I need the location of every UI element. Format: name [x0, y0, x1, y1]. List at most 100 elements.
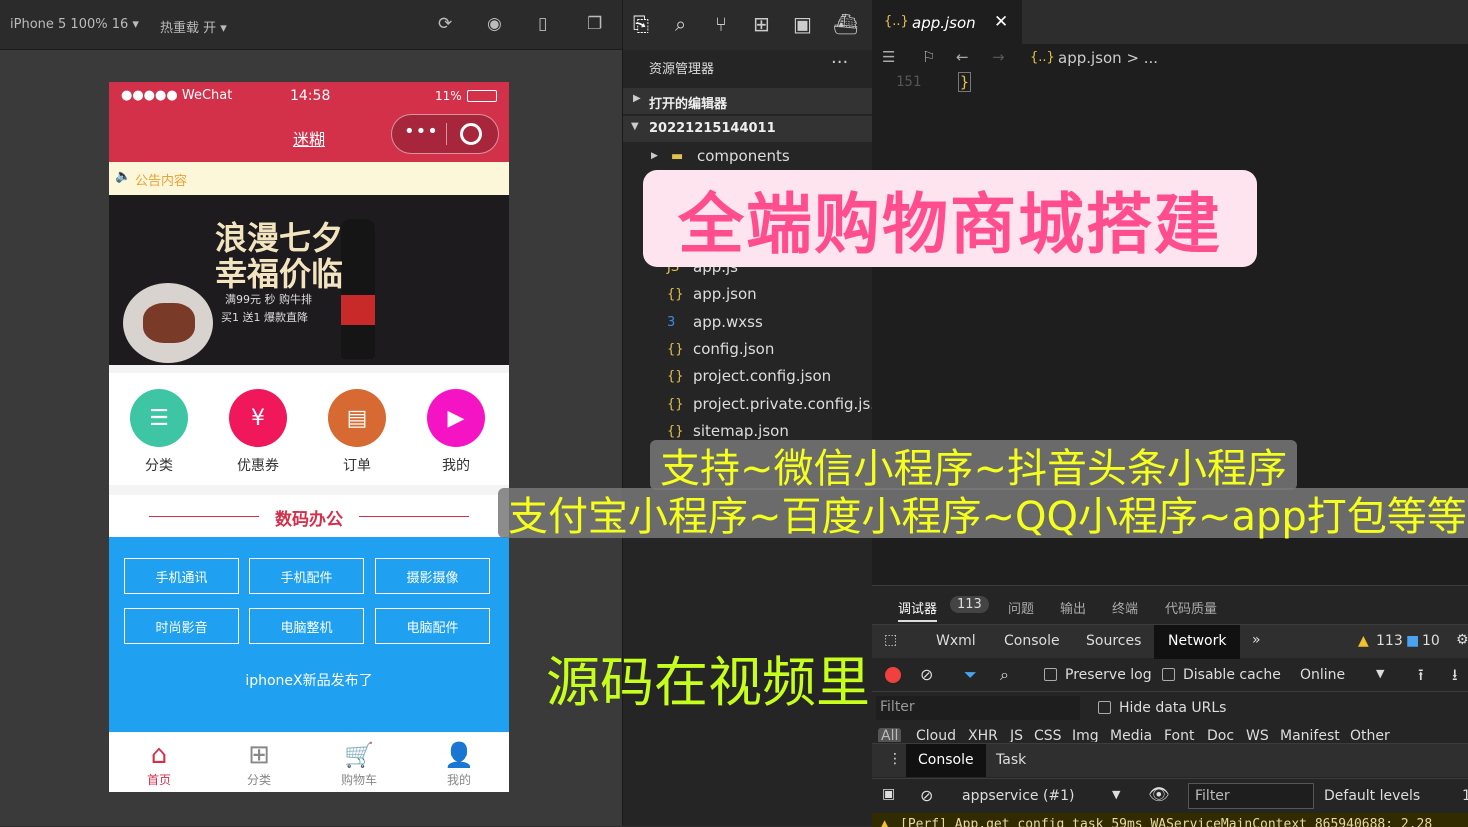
close-miniprogram-icon[interactable]: [460, 123, 482, 145]
file-item[interactable]: {} app.json: [667, 282, 757, 306]
type-ws[interactable]: WS: [1246, 728, 1269, 742]
tag-button[interactable]: 电脑配件: [375, 608, 490, 644]
category-item[interactable]: ▤ 订单: [307, 389, 407, 475]
hot-reload-toggle[interactable]: 热重载 开 ▾: [160, 17, 227, 36]
category-item[interactable]: ▶ 我的: [406, 389, 506, 475]
git-icon[interactable]: ⑂: [715, 12, 727, 36]
tab-output[interactable]: 输出: [1060, 598, 1086, 617]
more-actions-icon[interactable]: ···: [831, 52, 848, 73]
file-item[interactable]: 3 app.wxss: [667, 310, 763, 334]
type-manifest[interactable]: Manifest: [1280, 728, 1340, 742]
promo-banner: 全端购物商城搭建: [643, 170, 1257, 267]
preserve-log-checkbox[interactable]: Preserve log: [1044, 667, 1152, 683]
type-font[interactable]: Font: [1164, 728, 1194, 742]
context-select[interactable]: appservice (#1): [962, 788, 1075, 804]
json-file-icon: {}: [667, 396, 684, 412]
back-icon[interactable]: ←: [956, 48, 969, 66]
drawer-menu-icon[interactable]: ⋮: [888, 751, 902, 767]
project-row[interactable]: ▼ 20221215144011: [623, 116, 873, 142]
more-icon[interactable]: •••: [404, 121, 439, 142]
type-doc[interactable]: Doc: [1207, 728, 1234, 742]
tab-category[interactable]: ⊞ 分类: [209, 739, 309, 788]
type-cloud[interactable]: Cloud: [916, 728, 956, 742]
filter-icon[interactable]: ⏷: [964, 665, 977, 685]
refresh-icon[interactable]: ⟳: [438, 14, 452, 34]
panel-console[interactable]: Console: [1004, 633, 1060, 649]
file-item[interactable]: {} config.json: [667, 337, 774, 361]
drawer-tab-console[interactable]: Console: [906, 744, 986, 777]
device-select[interactable]: iPhone 5 100% 16 ▾: [10, 17, 139, 32]
upload-icon[interactable]: ⭱: [1418, 664, 1424, 691]
panel-wxml[interactable]: Wxml: [936, 633, 976, 649]
inspect-icon[interactable]: ⬚: [884, 632, 897, 648]
tab-code-quality[interactable]: 代码质量: [1165, 598, 1217, 617]
docker-icon[interactable]: ⛴: [833, 12, 858, 36]
category-item[interactable]: ¥ 优惠券: [208, 389, 308, 475]
stop-icon[interactable]: ◉: [487, 14, 502, 34]
console-toolbar: ▣ ⊘ appservice (#1) ▼ 👁 Filter Default l…: [872, 778, 1468, 812]
capsule-menu: •••: [391, 114, 499, 154]
phone-icon[interactable]: ▯: [538, 14, 547, 34]
drawer-tab-task[interactable]: Task: [996, 752, 1026, 768]
folder-components[interactable]: ▶ ▬ components: [651, 144, 790, 168]
bookmark-icon[interactable]: ⚐: [922, 48, 935, 66]
eye-icon[interactable]: 👁: [1148, 785, 1170, 805]
tab-cart[interactable]: 🛒 购物车: [309, 739, 409, 788]
panel-network[interactable]: Network: [1154, 625, 1241, 659]
type-other[interactable]: Other: [1350, 728, 1390, 742]
clear-console-icon[interactable]: ⊘: [920, 786, 933, 805]
forward-icon[interactable]: →: [992, 48, 1005, 66]
type-js[interactable]: JS: [1010, 728, 1023, 742]
list-icon: ☰: [130, 389, 188, 447]
tab-home[interactable]: ⌂ 首页: [109, 739, 209, 788]
clear-icon[interactable]: ⊘: [920, 665, 933, 684]
banner-image[interactable]: 浪漫七夕 幸福价临 满99元 秒 购牛排 买1 送1 爆款直降: [109, 195, 509, 365]
type-css[interactable]: CSS: [1034, 728, 1062, 742]
tag-button[interactable]: 时尚影音: [124, 608, 239, 644]
tab-problems[interactable]: 问题: [1008, 598, 1034, 617]
news-text[interactable]: iphoneX新品发布了: [109, 670, 509, 690]
panel-sources[interactable]: Sources: [1086, 633, 1141, 649]
file-item[interactable]: {} project.private.config.js...: [667, 392, 885, 416]
list-icon[interactable]: ☰: [882, 48, 895, 66]
tab-mine[interactable]: 👤 我的: [409, 739, 509, 788]
breadcrumb-text[interactable]: app.json > ...: [1058, 49, 1158, 67]
files-icon[interactable]: ⎘: [633, 12, 649, 36]
info-icon: ■: [1406, 633, 1420, 649]
tab-terminal[interactable]: 终端: [1112, 598, 1138, 617]
tag-button[interactable]: 手机配件: [249, 558, 364, 594]
type-media[interactable]: Media: [1110, 728, 1152, 742]
settings-icon[interactable]: ⚙: [1456, 632, 1468, 648]
home-icon: ⌂: [150, 740, 168, 770]
type-img[interactable]: Img: [1072, 728, 1099, 742]
more-panels-icon[interactable]: »: [1252, 632, 1261, 648]
filter-input[interactable]: Filter: [876, 696, 1080, 720]
type-all[interactable]: All: [878, 728, 902, 742]
tag-button[interactable]: 电脑整机: [249, 608, 364, 644]
tag-button[interactable]: 摄影摄像: [375, 558, 490, 594]
search-icon[interactable]: ⌕: [1000, 665, 1009, 685]
close-icon[interactable]: ✕: [994, 12, 1008, 32]
editor-tab-app-json[interactable]: {..} app.json ✕: [872, 0, 1022, 44]
levels-select[interactable]: Default levels: [1324, 788, 1420, 804]
throttle-select[interactable]: Online: [1300, 667, 1345, 683]
code-line[interactable]: }: [958, 72, 972, 92]
open-editors-row[interactable]: ▶ 打开的编辑器: [623, 88, 873, 114]
tag-button[interactable]: 手机通讯: [124, 558, 239, 594]
warning-count[interactable]: 113: [1376, 633, 1403, 649]
window-icon[interactable]: ❐: [587, 14, 602, 34]
storage-icon[interactable]: ▣: [793, 12, 812, 36]
hide-data-urls-checkbox[interactable]: Hide data URLs: [1098, 700, 1226, 716]
console-filter-input[interactable]: Filter: [1188, 783, 1314, 809]
sidebar-toggle-icon[interactable]: ▣: [882, 786, 895, 802]
record-icon[interactable]: [885, 667, 901, 683]
type-xhr[interactable]: XHR: [968, 728, 998, 742]
file-item[interactable]: {} project.config.json: [667, 364, 831, 388]
search-icon[interactable]: ⌕: [675, 12, 686, 36]
tab-debugger[interactable]: 调试器: [898, 598, 938, 622]
download-icon[interactable]: ⭳: [1452, 664, 1458, 691]
disable-cache-checkbox[interactable]: Disable cache: [1162, 667, 1281, 683]
extensions-icon[interactable]: ⊞: [753, 12, 770, 36]
info-count[interactable]: 10: [1422, 633, 1440, 649]
category-item[interactable]: ☰ 分类: [109, 389, 209, 475]
